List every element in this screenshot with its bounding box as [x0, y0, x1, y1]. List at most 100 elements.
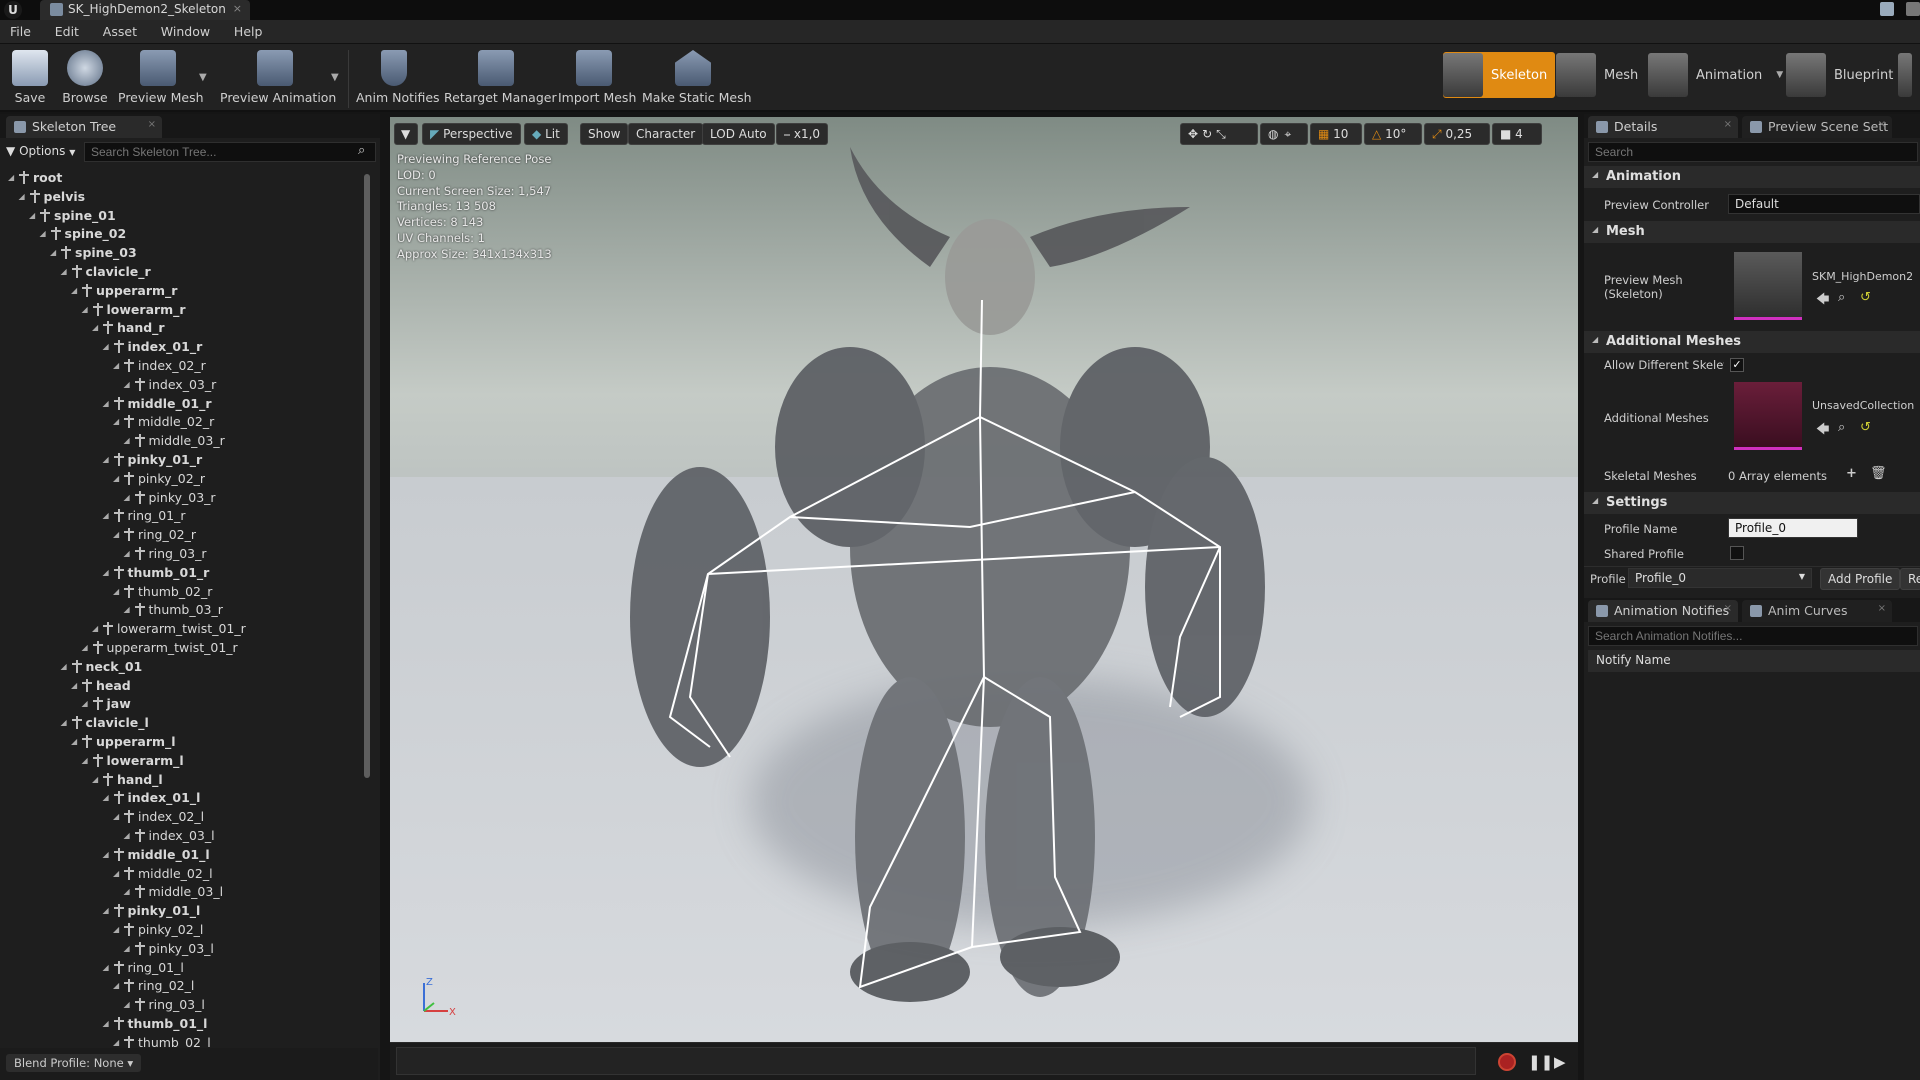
expand-arrow-icon[interactable]: ◢ [71, 286, 80, 295]
browse-button[interactable]: Browse [62, 48, 108, 110]
shared-profile-checkbox[interactable] [1730, 546, 1744, 560]
close-tab-icon[interactable]: × [1724, 603, 1732, 614]
expand-arrow-icon[interactable]: ◢ [124, 549, 133, 558]
options-dropdown[interactable]: ▼ Options ▼ [6, 144, 75, 158]
bone-row-index-02-l[interactable]: ◢ index_02_l [113, 807, 204, 826]
bone-row-thumb-03-r[interactable]: ◢ thumb_03_r [124, 600, 223, 619]
notification-icon[interactable] [1880, 2, 1894, 16]
document-tab[interactable]: SK_HighDemon2_Skeleton × [40, 0, 250, 20]
grid-snap-button[interactable]: ▦ 10 [1310, 123, 1362, 145]
world-local-icon[interactable]: ◍ [1268, 127, 1284, 141]
expand-arrow-icon[interactable]: ◢ [113, 587, 122, 596]
menu-file[interactable]: File [0, 20, 41, 39]
surface-snap-icon[interactable]: ⌖ [1284, 127, 1297, 141]
mode-skeleton-button[interactable]: Skeleton [1443, 52, 1556, 98]
bone-row-middle-01-l[interactable]: ◢ middle_01_l [103, 845, 210, 864]
tab-details[interactable]: Details × [1588, 116, 1738, 138]
bone-row-neck-01[interactable]: ◢ neck_01 [61, 657, 143, 676]
expand-arrow-icon[interactable]: ◢ [113, 981, 122, 990]
bone-row-index-03-r[interactable]: ◢ index_03_r [124, 375, 217, 394]
bone-row-upperarm-twist-01-r[interactable]: ◢ upperarm_twist_01_r [82, 638, 238, 657]
bone-row-spine-01[interactable]: ◢ spine_01 [29, 206, 116, 225]
expand-arrow-icon[interactable]: ◢ [40, 229, 49, 238]
expand-arrow-icon[interactable]: ◢ [103, 455, 112, 464]
expand-arrow-icon[interactable]: ◢ [113, 1038, 122, 1047]
bone-row-pinky-01-l[interactable]: ◢ pinky_01_l [103, 901, 201, 920]
bone-row-thumb-01-l[interactable]: ◢ thumb_01_l [103, 1014, 208, 1033]
delete-icon[interactable]: 🗑 [1870, 466, 1887, 481]
bone-row-pinky-03-l[interactable]: ◢ pinky_03_l [124, 939, 214, 958]
rotation-snap-button[interactable]: △ 10° [1364, 123, 1422, 145]
skeleton-tree-scrollbar[interactable] [364, 174, 370, 778]
expand-arrow-icon[interactable]: ◢ [71, 681, 80, 690]
use-selected-arrow-icon[interactable]: 🡄 [1816, 420, 1829, 442]
expand-arrow-icon[interactable]: ◢ [8, 173, 17, 182]
bone-row-ring-01-l[interactable]: ◢ ring_01_l [103, 958, 184, 977]
lod-button[interactable]: LOD Auto [702, 123, 775, 145]
menu-edit[interactable]: Edit [45, 20, 89, 39]
lit-button[interactable]: ◆ Lit [524, 123, 568, 145]
bone-row-index-01-l[interactable]: ◢ index_01_l [103, 788, 201, 807]
expand-arrow-icon[interactable]: ◢ [103, 568, 112, 577]
bone-row-upperarm-l[interactable]: ◢ upperarm_l [71, 732, 176, 751]
expand-arrow-icon[interactable]: ◢ [103, 963, 112, 972]
transform-tools[interactable]: ✥↻⤡ [1180, 123, 1258, 145]
step-forward-icon[interactable]: ▶ [1554, 1053, 1566, 1071]
bone-row-upperarm-r[interactable]: ◢ upperarm_r [71, 281, 177, 300]
expand-arrow-icon[interactable]: ◢ [113, 361, 122, 370]
expand-arrow-icon[interactable]: ◢ [29, 211, 38, 220]
coordinate-tools[interactable]: ◍⌖ [1260, 123, 1308, 145]
bone-row-ring-01-r[interactable]: ◢ ring_01_r [103, 506, 186, 525]
expand-arrow-icon[interactable]: ◢ [124, 887, 133, 896]
scale-snap-button[interactable]: ⤢ 0,25 [1424, 123, 1490, 145]
bone-row-head[interactable]: ◢ head [71, 676, 131, 695]
profile-dropdown[interactable]: Profile_0 ▼ [1628, 568, 1812, 588]
bone-row-pelvis[interactable]: ◢ pelvis [19, 187, 86, 206]
use-selected-arrow-icon[interactable]: 🡄 [1816, 290, 1829, 312]
expand-arrow-icon[interactable]: ◢ [82, 305, 91, 314]
bone-row-middle-01-r[interactable]: ◢ middle_01_r [103, 394, 212, 413]
expand-arrow-icon[interactable]: ◢ [82, 756, 91, 765]
bone-row-middle-02-r[interactable]: ◢ middle_02_r [113, 412, 214, 431]
menu-asset[interactable]: Asset [93, 20, 147, 39]
mode-animation-button[interactable]: Animation ▼ [1648, 52, 1783, 98]
expand-arrow-icon[interactable]: ◢ [92, 624, 101, 633]
menu-window[interactable]: Window [151, 20, 220, 39]
section-additional-meshes[interactable]: Additional Meshes [1584, 331, 1920, 353]
mode-extra-button[interactable] [1898, 52, 1920, 98]
retarget-manager-button[interactable]: Retarget Manager [444, 48, 557, 110]
bone-row-middle-03-r[interactable]: ◢ middle_03_r [124, 431, 225, 450]
record-icon[interactable] [1498, 1053, 1516, 1071]
bone-row-pinky-02-l[interactable]: ◢ pinky_02_l [113, 920, 203, 939]
mode-blueprint-button[interactable]: Blueprint [1786, 52, 1893, 98]
tab-preview-scene-settings[interactable]: Preview Scene Sett × [1742, 116, 1892, 138]
preview-mesh-button[interactable]: Preview Mesh [118, 48, 204, 110]
bone-row-ring-03-r[interactable]: ◢ ring_03_r [124, 544, 207, 563]
expand-arrow-icon[interactable]: ◢ [92, 323, 101, 332]
make-static-mesh-button[interactable]: Make Static Mesh [642, 48, 752, 110]
expand-arrow-icon[interactable]: ◢ [113, 417, 122, 426]
bone-row-hand-r[interactable]: ◢ hand_r [92, 318, 165, 337]
add-element-icon[interactable]: + [1846, 466, 1857, 481]
scale-icon[interactable]: ⤡ [1216, 127, 1230, 141]
expand-arrow-icon[interactable]: ◢ [103, 906, 112, 915]
bone-row-thumb-02-l[interactable]: ◢ thumb_02_l [113, 1033, 211, 1048]
expand-arrow-icon[interactable]: ◢ [124, 605, 133, 614]
browse-asset-icon[interactable]: ⌕ [1838, 290, 1845, 305]
expand-arrow-icon[interactable]: ◢ [61, 267, 70, 276]
bone-row-middle-02-l[interactable]: ◢ middle_02_l [113, 864, 213, 883]
bone-row-ring-03-l[interactable]: ◢ ring_03_l [124, 995, 205, 1014]
menu-help[interactable]: Help [224, 20, 273, 39]
bone-row-ring-02-l[interactable]: ◢ ring_02_l [113, 976, 194, 995]
bone-row-pinky-01-r[interactable]: ◢ pinky_01_r [103, 450, 203, 469]
timeline-scrubber[interactable] [396, 1047, 1476, 1075]
window-controls-icon[interactable] [1906, 2, 1920, 16]
expand-arrow-icon[interactable]: ◢ [103, 399, 112, 408]
preview-animation-button[interactable]: Preview Animation [220, 48, 336, 110]
browse-asset-icon[interactable]: ⌕ [1838, 420, 1845, 435]
translate-icon[interactable]: ✥ [1188, 127, 1202, 141]
bone-row-clavicle-l[interactable]: ◢ clavicle_l [61, 713, 149, 732]
notify-name-column-header[interactable]: Notify Name [1588, 650, 1920, 672]
show-button[interactable]: Show [580, 123, 629, 145]
bone-row-ring-02-r[interactable]: ◢ ring_02_r [113, 525, 196, 544]
